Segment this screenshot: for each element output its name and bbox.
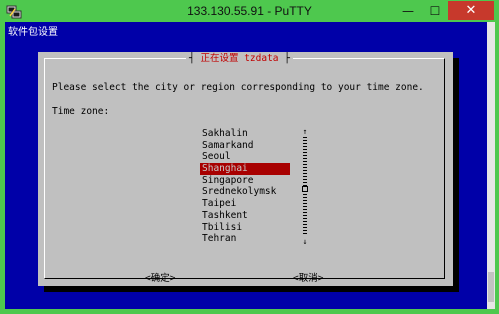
close-icon: ✕ — [465, 3, 477, 18]
list-item[interactable]: Singapore — [200, 175, 290, 187]
list-item[interactable]: Tashkent — [200, 210, 290, 222]
list-item[interactable]: Taipei — [200, 198, 290, 210]
cancel-button[interactable]: <取消> — [293, 270, 323, 284]
title-tick-left: ┤ — [189, 53, 195, 64]
minimize-icon: — — [402, 3, 414, 18]
dialog-title-text: 正在设置 tzdata — [200, 53, 279, 64]
time-zone-list[interactable]: Sakhalin Samarkand Seoul Shanghai Singap… — [200, 128, 290, 245]
time-zone-label: Time zone: — [52, 106, 110, 117]
close-button[interactable]: ✕ — [448, 1, 494, 20]
title-bar[interactable]: 133.130.55.91 - PuTTY — ☐ ✕ — [0, 0, 499, 24]
list-item[interactable]: Srednekolymsk — [200, 186, 290, 198]
ok-button[interactable]: <确定> — [145, 270, 175, 284]
scroll-down-icon[interactable]: ↓ — [301, 238, 309, 246]
list-item[interactable]: Samarkand — [200, 140, 290, 152]
dialog-title: ┤ 正在设置 tzdata ├ — [186, 52, 293, 65]
maximize-icon: ☐ — [429, 3, 441, 18]
window-scroll-thumb[interactable] — [488, 272, 494, 302]
title-tick-right: ├ — [284, 53, 290, 64]
list-scrollbar[interactable]: ↑ ↓ — [301, 128, 309, 246]
package-config-header: 软件包设置 — [8, 27, 58, 38]
scroll-thumb[interactable] — [302, 186, 308, 192]
maximize-button[interactable]: ☐ — [422, 1, 448, 20]
list-item[interactable]: Tbilisi — [200, 222, 290, 234]
minimize-button[interactable]: — — [394, 1, 422, 20]
putty-window: 133.130.55.91 - PuTTY — ☐ ✕ 软件包设置 ┤ 正在设置… — [0, 0, 499, 314]
tzdata-dialog: ┤ 正在设置 tzdata ├ Please select the city o… — [38, 52, 453, 286]
list-item[interactable]: Tehran — [200, 233, 290, 245]
scroll-up-icon[interactable]: ↑ — [301, 128, 309, 136]
list-item-selected[interactable]: Shanghai — [200, 163, 290, 175]
dialog-prompt: Please select the city or region corresp… — [52, 82, 424, 93]
list-item[interactable]: Seoul — [200, 151, 290, 163]
terminal-screen[interactable]: 软件包设置 ┤ 正在设置 tzdata ├ Please select the … — [5, 22, 487, 309]
list-item[interactable]: Sakhalin — [200, 128, 290, 140]
window-scrollbar[interactable] — [487, 22, 495, 309]
